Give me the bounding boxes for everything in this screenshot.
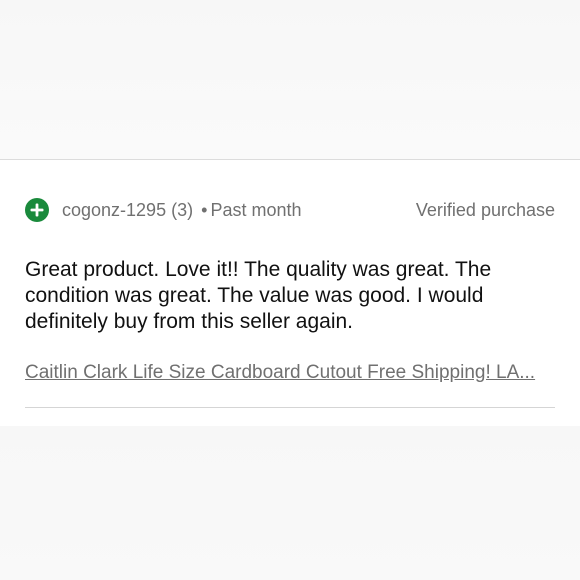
meta-separator: • [201, 199, 208, 220]
plus-circle-icon [25, 198, 49, 222]
review-header: cogonz-1295 (3) • Past month Verified pur… [25, 198, 555, 222]
reviewer-username[interactable]: cogonz-1295 [62, 200, 166, 220]
bottom-backdrop [0, 426, 580, 580]
verified-purchase-label: Verified purchase [415, 199, 555, 220]
review-time: Past month [210, 199, 302, 220]
divider [25, 407, 555, 408]
item-title-link[interactable]: Caitlin Clark Life Size Cardboard Cutout… [25, 361, 555, 385]
review-text: Great product. Love it!! The quality was… [25, 258, 492, 333]
review-card: cogonz-1295 (3) • Past month Verified pur… [0, 160, 580, 426]
top-backdrop [0, 0, 580, 160]
feedback-score: (3) [171, 199, 194, 220]
reviewer-info: cogonz-1295 (3) • Past month [25, 198, 301, 222]
reviewer-meta: cogonz-1295 (3) • Past month [62, 200, 301, 221]
